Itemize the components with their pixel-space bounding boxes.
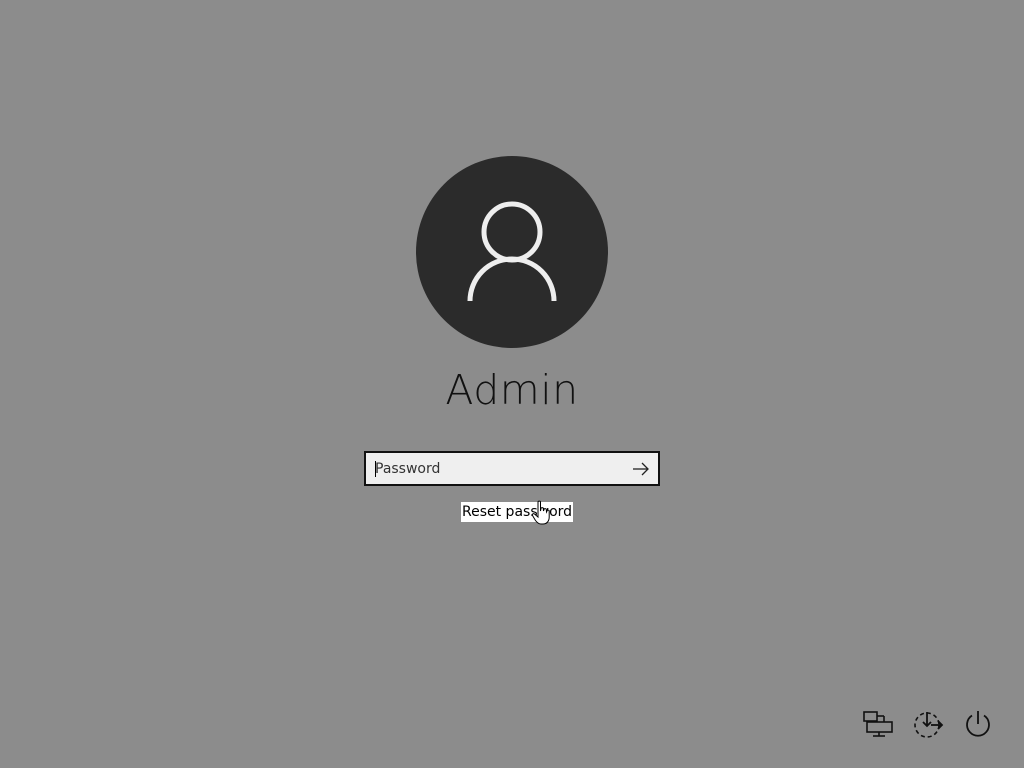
power-button[interactable] [962,708,994,740]
arrow-right-icon [633,462,649,475]
reset-password-link[interactable]: Reset password [461,502,574,522]
ease-of-access-button[interactable] [912,708,944,740]
network-button[interactable] [862,708,894,740]
text-caret [375,461,376,477]
lock-screen: Admin Reset password [0,0,1024,768]
username: Admin [445,366,579,414]
password-input[interactable] [366,453,622,484]
network-icon [863,711,893,737]
corner-buttons [862,708,994,740]
ease-of-access-icon [914,712,944,738]
user-silhouette-icon [467,201,557,302]
password-box [364,451,660,486]
avatar [416,156,608,348]
submit-button[interactable] [624,453,658,484]
power-icon [966,711,990,737]
